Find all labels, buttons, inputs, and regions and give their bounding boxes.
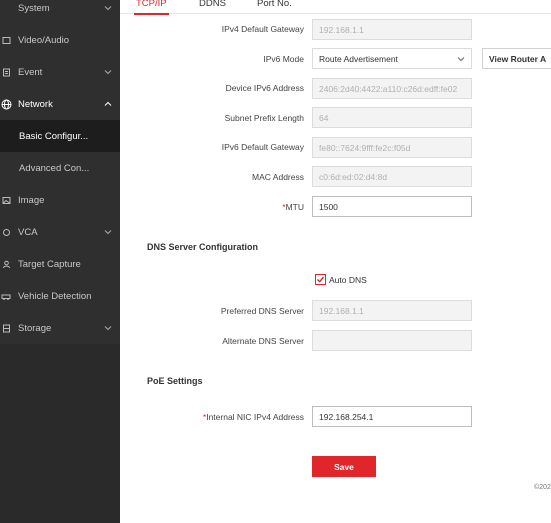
ipv6-mode-label: IPv6 Mode (263, 54, 304, 64)
sidebar-item-basic-configuration[interactable]: Basic Configur... (0, 120, 120, 152)
event-icon (0, 66, 12, 78)
mac-address-field: c0:6d:ed:02:d4:8d (312, 166, 472, 187)
video-audio-icon (0, 34, 12, 46)
sidebar-item-label: Network (18, 98, 53, 110)
tab-ddns[interactable]: DDNS (199, 0, 226, 9)
auto-dns-checkbox[interactable] (315, 274, 326, 285)
view-router-button[interactable]: View Router A (482, 48, 551, 69)
sidebar-item-label: Basic Configur... (19, 130, 89, 142)
sidebar-item-network[interactable]: Network (0, 88, 120, 120)
subnet-prefix-label: Subnet Prefix Length (224, 113, 304, 123)
internal-nic-value: 192.168.254.1 (319, 411, 374, 422)
copyright-footer: ©202 (534, 484, 551, 491)
ipv6-gateway-label: IPv6 Default Gateway (221, 142, 304, 152)
sidebar-item-advanced-configuration[interactable]: Advanced Con... (0, 152, 120, 184)
sidebar-item-label: Image (18, 194, 45, 206)
sidebar-empty-area (0, 344, 120, 523)
poe-section-title: PoE Settings (147, 376, 203, 386)
ipv6-gateway-value: fe80::7624:9fff:fe2c:f05d (319, 142, 411, 153)
ipv4-gateway-field: 192.168.1.1 (312, 19, 472, 40)
target-capture-icon (0, 258, 12, 270)
vehicle-detection-icon (0, 290, 12, 302)
chevron-down-icon (104, 6, 112, 11)
ipv4-gateway-value: 192.168.1.1 (319, 24, 364, 35)
sidebar-item-label: Event (18, 66, 43, 78)
chevron-up-icon (104, 101, 112, 106)
sidebar-item-system[interactable]: System (0, 0, 120, 24)
sidebar-item-vca[interactable]: VCA (0, 216, 120, 248)
sidebar-item-image[interactable]: Image (0, 184, 120, 216)
ipv4-gateway-label: IPv4 Default Gateway (221, 24, 304, 34)
checkmark-icon (317, 276, 325, 283)
image-icon (0, 194, 12, 206)
network-globe-icon (0, 98, 12, 110)
chevron-down-icon (104, 70, 112, 75)
preferred-dns-field: 192.168.1.1 (312, 300, 472, 321)
device-ipv6-value: 2406:2d40:4422:a110:c26d:edff:fe02 (319, 83, 458, 94)
sidebar-item-label: VCA (18, 226, 38, 238)
sidebar-item-label: Vehicle Detection (18, 290, 92, 302)
ipv6-mode-select[interactable]: Route Advertisement (312, 48, 472, 69)
sidebar-item-event[interactable]: Event (0, 56, 120, 88)
preferred-dns-value: 192.168.1.1 (319, 305, 364, 316)
sidebar-item-storage[interactable]: Storage (0, 312, 120, 344)
preferred-dns-label: Preferred DNS Server (220, 306, 304, 316)
chevron-down-icon (104, 230, 112, 235)
save-button[interactable]: Save (312, 456, 376, 477)
sidebar-item-label: Video/Audio (18, 34, 70, 46)
active-tab-indicator (134, 13, 169, 15)
chevron-down-icon (457, 57, 465, 62)
sidebar-item-video-audio[interactable]: Video/Audio (0, 24, 120, 56)
sidebar-item-label: System (18, 2, 50, 14)
alternate-dns-label: Alternate DNS Server (222, 336, 304, 346)
ipv6-mode-value: Route Advertisement (319, 53, 398, 64)
mtu-label-text: MTU (285, 202, 304, 212)
sidebar-item-target-capture[interactable]: Target Capture (0, 248, 120, 280)
mtu-input[interactable]: 1500 (312, 196, 472, 217)
vca-icon (0, 226, 12, 238)
sidebar: System Video/Audio Event Network Basic C… (0, 0, 120, 523)
internal-nic-label: *Internal NIC IPv4 Address (124, 412, 304, 422)
storage-icon (0, 322, 12, 334)
device-ipv6-field: 2406:2d40:4422:a110:c26d:edff:fe02 (312, 78, 472, 99)
auto-dns-row: Auto DNS (315, 274, 367, 285)
tab-port-no[interactable]: Port No. (257, 0, 292, 9)
dns-section-title: DNS Server Configuration (147, 242, 259, 252)
mtu-label: *MTU (124, 202, 304, 212)
mtu-value: 1500 (319, 201, 338, 212)
internal-nic-input[interactable]: 192.168.254.1 (312, 406, 472, 427)
sidebar-item-label: Target Capture (18, 258, 81, 270)
sidebar-item-label: Storage (18, 322, 52, 334)
chevron-down-icon (104, 326, 112, 331)
subnet-prefix-field: 64 (312, 107, 472, 128)
device-ipv6-label: Device IPv6 Address (225, 83, 304, 93)
sidebar-item-label: Advanced Con... (19, 162, 90, 174)
auto-dns-label: Auto DNS (329, 274, 367, 285)
sidebar-item-vehicle-detection[interactable]: Vehicle Detection (0, 280, 120, 312)
mac-address-value: c0:6d:ed:02:d4:8d (319, 171, 388, 182)
internal-nic-label-text: Internal NIC IPv4 Address (206, 412, 304, 422)
mac-address-label: MAC Address (252, 172, 304, 182)
alternate-dns-field (312, 330, 472, 351)
ipv6-gateway-field: fe80::7624:9fff:fe2c:f05d (312, 137, 472, 158)
tab-bar: TCP/IP DDNS Port No. (120, 0, 551, 15)
system-icon (0, 2, 12, 14)
tab-tcp-ip[interactable]: TCP/IP (136, 0, 167, 9)
subnet-prefix-value: 64 (319, 112, 329, 123)
